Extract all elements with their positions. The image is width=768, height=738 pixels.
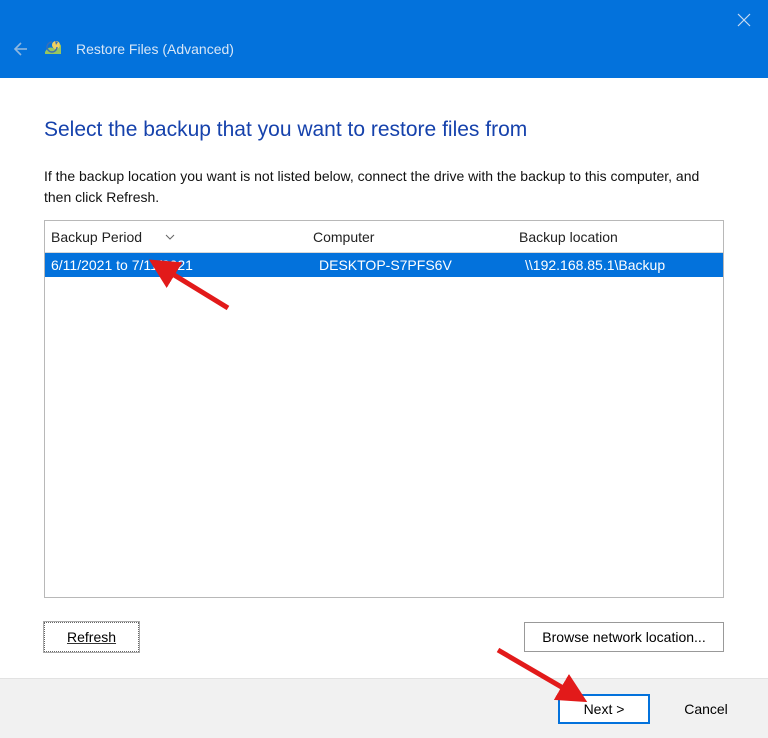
refresh-button[interactable]: Refresh [44, 622, 139, 652]
backup-list: Backup Period Computer Backup location 6… [44, 220, 724, 598]
cancel-button[interactable]: Cancel [660, 694, 752, 724]
cell-backup-location: \\192.168.85.1\Backup [519, 257, 723, 273]
browse-network-location-button[interactable]: Browse network location... [524, 622, 724, 652]
dialog-footer: Next > Cancel [0, 678, 768, 738]
col-header-computer[interactable]: Computer [313, 229, 519, 245]
dialog-content: Select the backup that you want to resto… [0, 78, 768, 652]
titlebar: Restore Files (Advanced) [0, 0, 768, 78]
table-row[interactable]: 6/11/2021 to 7/11/2021 DESKTOP-S7PFS6V \… [45, 253, 723, 277]
cell-backup-period: 6/11/2021 to 7/11/2021 [45, 257, 313, 273]
chevron-down-icon [164, 231, 176, 243]
close-icon [737, 13, 751, 27]
table-header-row: Backup Period Computer Backup location [45, 221, 723, 253]
next-button[interactable]: Next > [558, 694, 650, 724]
window-title: Restore Files (Advanced) [76, 41, 234, 57]
col-header-backup-location[interactable]: Backup location [519, 229, 723, 245]
col-header-backup-period[interactable]: Backup Period [45, 229, 313, 245]
page-title: Select the backup that you want to resto… [44, 118, 724, 142]
instructions-text: If the backup location you want is not l… [44, 166, 724, 208]
back-arrow-icon [9, 39, 29, 59]
cell-computer: DESKTOP-S7PFS6V [313, 257, 519, 273]
back-button [8, 38, 30, 60]
col-header-location-label: Backup location [519, 229, 618, 245]
col-header-period-label: Backup Period [51, 229, 142, 245]
col-header-computer-label: Computer [313, 229, 374, 245]
close-button[interactable] [734, 10, 754, 30]
mid-button-row: Refresh Browse network location... [44, 622, 724, 652]
restore-app-icon [42, 38, 64, 60]
